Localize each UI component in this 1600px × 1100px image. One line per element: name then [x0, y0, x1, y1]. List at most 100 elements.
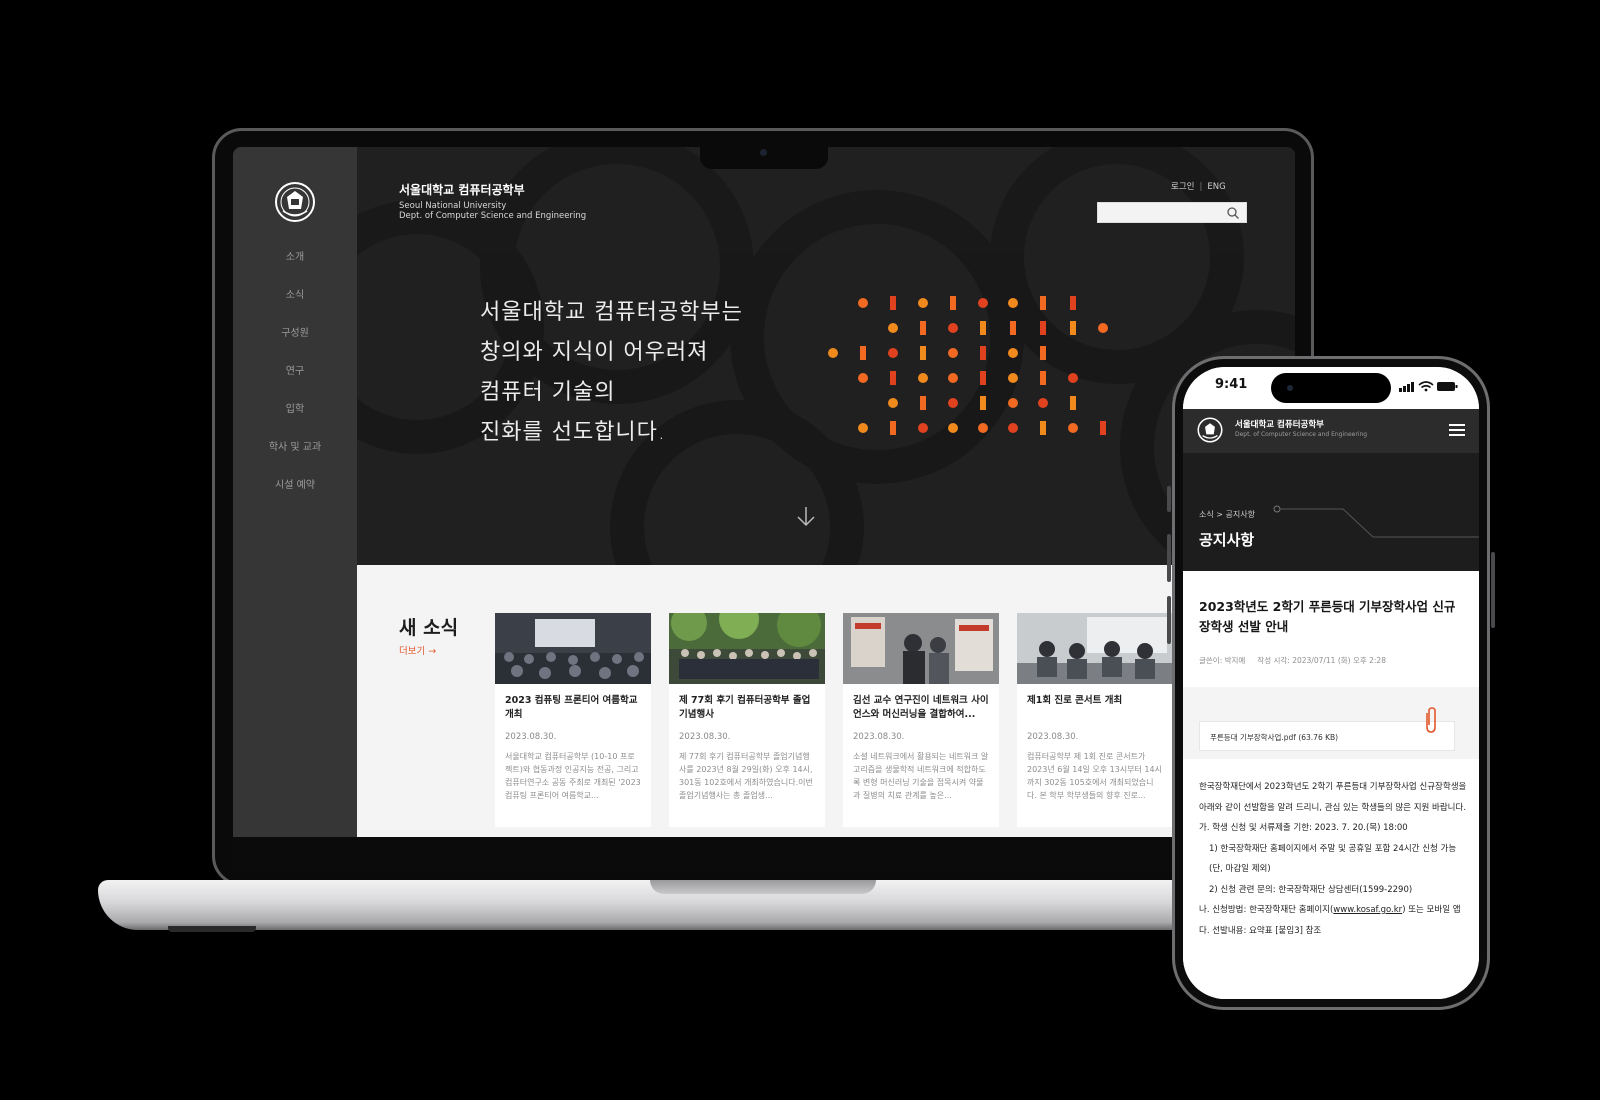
laptop-base-notch [650, 880, 876, 894]
hero-dot [978, 423, 988, 433]
news-more-link[interactable]: 더보기 → [399, 643, 436, 657]
hero-dot [1068, 373, 1078, 383]
hero-dash [1040, 321, 1046, 335]
sidebar-item-facility[interactable]: 시설 예약 [233, 479, 357, 517]
post-paragraph: 한국장학재단에서 2023학년도 2학기 푸른등대 기부장학사업 신규장학생을 … [1199, 782, 1467, 813]
hero-dash [920, 321, 926, 335]
status-icons [1399, 381, 1458, 392]
hero-dot [1098, 323, 1108, 333]
status-bar: 9:41 [1183, 367, 1479, 409]
front-camera [1287, 385, 1293, 391]
hero-line: 진화를 선도합니다. [480, 420, 666, 445]
hamburger-menu-icon[interactable] [1449, 423, 1465, 437]
laptop-foot [168, 926, 256, 932]
news-card-date: 2023.08.30. [1027, 732, 1079, 742]
news-card-desc: 소셜 네트워크에서 활용되는 네트워크 알고리즘을 생물학적 네트워크에 적합하… [853, 752, 989, 800]
hero-dot [888, 398, 898, 408]
hero-dot [858, 298, 868, 308]
status-time: 9:41 [1215, 377, 1248, 392]
hero-dot [1008, 373, 1018, 383]
nav-separator: | [1199, 182, 1203, 192]
hero-dot [1008, 348, 1018, 358]
hero-dash [1040, 421, 1046, 435]
site-subtitle-line1: Seoul National University [399, 201, 507, 211]
news-card-desc: 제 77회 후기 컴퓨터공학부 졸업기념행사를 2023년 8월 29일(화) … [679, 752, 813, 800]
phone-site-title[interactable]: 서울대학교 컴퓨터공학부 [1235, 418, 1324, 430]
hero-dash [980, 321, 986, 335]
attachment-area: 푸른등대 기부장학사업.pdf (63.76 KB) [1183, 687, 1479, 759]
post-date: 작성 시각: 2023/07/11 (화) 오후 2:28 [1257, 656, 1386, 665]
hero-dash [1040, 296, 1046, 310]
news-photo [669, 613, 825, 684]
battery-icon [1437, 382, 1458, 391]
news-more-label: 더보기 [399, 646, 426, 657]
news-card-desc: 서울대학교 컴퓨터공학부 (10-10 프로젝트)와 협동과정 인공지능 전공,… [505, 752, 641, 800]
hero-dot-graphic [828, 296, 1108, 435]
sidebar-item-admission[interactable]: 입학 [233, 403, 357, 441]
hero-dash [920, 346, 926, 360]
news-card[interactable]: 제 77회 후기 컴퓨터공학부 졸업기념행사 2023.08.30. 제 77회… [669, 613, 825, 827]
hero-dot [918, 423, 928, 433]
hero-dot [1008, 423, 1018, 433]
hero-dot [858, 373, 868, 383]
news-card[interactable]: 제1회 진로 콘서트 개최 2023.08.30. 컴퓨터공학부 제 1회 진로… [1017, 613, 1173, 827]
news-card-title: 제 77회 후기 컴퓨터공학부 졸업기념행사 [679, 695, 811, 720]
hero-dot [948, 323, 958, 333]
hero-dot [978, 298, 988, 308]
post-paragraph: 다. 선발내용: 요약표 [붙임3] 참조 [1199, 925, 1322, 936]
scroll-down-arrow-icon[interactable] [795, 505, 817, 529]
hero-dot [1008, 398, 1018, 408]
news-card-desc: 컴퓨터공학부 제 1회 진로 콘서트가 2023년 6월 14일 오후 13시부… [1027, 752, 1162, 800]
lang-link[interactable]: ENG [1207, 182, 1225, 192]
main-content: 서울대학교 컴퓨터공학부 Seoul National University D… [357, 147, 1295, 837]
news-photo [495, 613, 651, 684]
kosaf-link[interactable]: www.kosaf.go.kr [1333, 905, 1402, 915]
phone-side-button [1491, 552, 1495, 628]
sidebar-item-intro[interactable]: 소개 [233, 251, 357, 289]
snu-logo-icon[interactable] [1197, 417, 1223, 443]
news-card-title: 제1회 진로 콘서트 개최 [1027, 695, 1123, 706]
news-photo [843, 613, 999, 684]
sidebar-item-academics[interactable]: 학사 및 교과 [233, 441, 357, 479]
post-paragraph: 가. 학생 신청 및 서류제출 기한: 2023. 7. 20.(목) 18:0… [1199, 823, 1408, 833]
post-text: ) 또는 모바일 앱 [1402, 905, 1461, 915]
hero-dash [1040, 346, 1046, 360]
news-card[interactable]: 2023 컴퓨팅 프론티어 여름학교 개최 2023.08.30. 서울대학교 … [495, 613, 651, 827]
post-author: 글쓴이: 박지예 [1199, 656, 1246, 665]
phone-volume-up [1167, 534, 1171, 582]
news-card-title: 2023 컴퓨팅 프론티어 여름학교 개최 [505, 695, 638, 720]
hero-dot [858, 423, 868, 433]
hero-dash [920, 396, 926, 410]
news-photo [1017, 613, 1173, 684]
laptop-camera [760, 149, 767, 156]
phone-screen: 9:41 서울대학교 컴퓨터공학부 Dept. of Computer Scie… [1183, 367, 1479, 999]
phone-page-hero: 소식 > 공지사항 공지사항 [1183, 453, 1479, 571]
hero-dot [948, 423, 958, 433]
site-title[interactable]: 서울대학교 컴퓨터공학부 [399, 181, 525, 198]
hero-dot [948, 373, 958, 383]
hero-dash [1070, 296, 1076, 310]
paperclip-icon [1426, 707, 1436, 733]
news-card[interactable]: 김선 교수 연구진이 네트워크 사이언스와 머신러닝을 결합하여... 2023… [843, 613, 999, 827]
phone-volume-down [1167, 596, 1171, 644]
login-link[interactable]: 로그인 [1171, 182, 1194, 192]
breadcrumb[interactable]: 소식 > 공지사항 [1199, 509, 1255, 520]
hero-dash [1070, 321, 1076, 335]
news-section: 새 소식 더보기 → 2023 컴퓨팅 프론티어 여름학교 개최 2023.08… [357, 565, 1295, 837]
arrow-right-icon: → [428, 646, 437, 657]
sidebar-item-members[interactable]: 구성원 [233, 327, 357, 365]
hero-dash [1040, 371, 1046, 385]
post-paragraph: 1) 한국장학재단 홈페이지에서 주말 및 공휴일 포함 24시간 신청 가능(… [1209, 843, 1457, 875]
hero-dash [980, 396, 986, 410]
hero-dot [888, 323, 898, 333]
sidebar-item-research[interactable]: 연구 [233, 365, 357, 403]
sidebar-item-news[interactable]: 소식 [233, 289, 357, 327]
search-icon[interactable] [1226, 206, 1240, 220]
snu-logo-icon[interactable] [274, 181, 316, 223]
hero-dash [950, 296, 956, 310]
sidebar: 소개 소식 구성원 연구 입학 학사 및 교과 시설 예약 [233, 147, 357, 837]
search-input[interactable] [1097, 202, 1247, 223]
attachment-file[interactable]: 푸른등대 기부장학사업.pdf (63.76 KB) [1199, 721, 1455, 751]
decorative-line [1273, 505, 1479, 538]
hero-dot [1038, 398, 1048, 408]
